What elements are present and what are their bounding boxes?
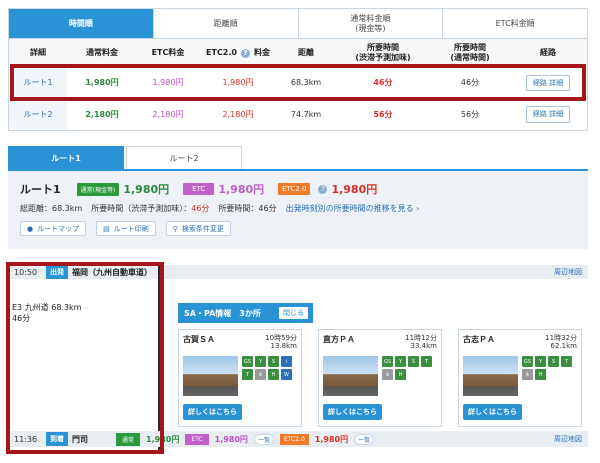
tab-sort-distance[interactable]: 距離順: [152, 9, 298, 38]
time-jam: 56分: [373, 109, 393, 119]
start-map-link[interactable]: 周辺地図: [554, 267, 582, 277]
highlight-box-row1: [10, 64, 586, 101]
sa-card: 古志ＰＡ 11時32分 62.1km GS Y S T $ H 詳しくはこちら: [458, 329, 582, 427]
change-conditions-button[interactable]: ⚲ 検索条件変更: [165, 221, 231, 236]
sa-detail-button[interactable]: 詳しくはこちら: [463, 404, 522, 420]
tab-sort-etc-fare[interactable]: ETC料金順: [442, 9, 587, 38]
gas-station-icon: GS: [382, 356, 393, 367]
sa-card: 古賀ＳＡ 10時59分 13.8km GS Y Si T $ H W 詳しくはこちら: [178, 329, 302, 427]
sort-tabs: 時間順 距離順 通常料金順 (現金等) ETC料金順: [8, 8, 588, 38]
shop-icon: S: [268, 356, 279, 367]
help-icon[interactable]: ?: [240, 48, 250, 58]
facility-icons: GS Y S T $ H: [382, 356, 440, 380]
shower-icon: H: [268, 369, 279, 380]
etc2-badge: ETC2.0: [278, 183, 311, 195]
table-row[interactable]: ルート2 2,180円 2,180円 2,180円 74.7km 56分 56分…: [9, 99, 587, 130]
fare-list-link-2[interactable]: 一覧: [354, 433, 375, 445]
end-map-link[interactable]: 周辺地図: [554, 434, 582, 444]
shop-icon: S: [408, 356, 419, 367]
fare-etc-badge: ETC: [185, 433, 209, 445]
sa-pa-header: SA・PA情報 3か所 閉じる: [178, 303, 313, 323]
header-normal-fare: 通常料金: [86, 48, 118, 58]
header-etc-fare: ETC料金: [151, 48, 185, 58]
info-icon: i: [281, 356, 292, 367]
search-icon: ⚲: [172, 224, 178, 233]
tab-sort-time[interactable]: 時間順: [9, 9, 153, 38]
facility-icons: GS Y S T $ H: [522, 356, 580, 380]
fare-etc: 1,980円: [214, 434, 248, 444]
summary-etc-fare: 1,980円: [218, 183, 265, 196]
toilet-icon: T: [242, 369, 253, 380]
time-normal: 56分: [460, 109, 480, 119]
restaurant-icon: Y: [395, 356, 406, 367]
total-distance: 総距離：68.3km: [20, 204, 83, 213]
etc2-fare: 2,180円: [222, 109, 254, 119]
shower-icon: H: [535, 369, 546, 380]
etc-badge: ETC: [183, 183, 215, 195]
sa-card: 直方ＰＡ 11時12分 33.4km GS Y S T $ H 詳しくはこちら: [318, 329, 442, 427]
gas-station-icon: GS: [522, 356, 533, 367]
tab-route-2[interactable]: ルート2: [126, 146, 242, 169]
route-map-button[interactable]: ● ルートマップ: [20, 221, 87, 236]
sa-detail-button[interactable]: 詳しくはこちら: [323, 404, 382, 420]
header-detail: 詳細: [30, 48, 46, 58]
route-detail-button[interactable]: 経路 詳細: [525, 106, 571, 123]
route-title: ルート1: [20, 183, 61, 196]
restaurant-icon: Y: [535, 356, 546, 367]
etc-fare: 2,180円: [152, 109, 184, 119]
time-trend-link[interactable]: 出発時刻別の所要時間の推移を見る ›: [286, 203, 420, 214]
atm-icon: $: [382, 369, 393, 380]
header-time-jam: 所要時間 (渋滞予測加味): [355, 43, 411, 62]
route-tabs: ルート1 ルート2: [8, 146, 588, 171]
atm-icon: $: [522, 369, 533, 380]
help-icon[interactable]: ?: [318, 184, 328, 194]
map-pin-icon: ●: [27, 224, 34, 233]
header-distance: 距離: [298, 48, 314, 58]
time-normal-info: 所要時間：46分: [218, 204, 277, 213]
shop-icon: S: [548, 356, 559, 367]
toilet-icon: T: [421, 356, 432, 367]
restaurant-icon: Y: [255, 356, 266, 367]
summary-etc2-fare: 1,980円: [331, 183, 378, 196]
route-summary: ルート1 通常(現金等) 1,980円 ETC 1,980円 ETC2.0 ? …: [8, 171, 588, 249]
sa-detail-button[interactable]: 詳しくはこちら: [183, 404, 242, 420]
normal-fare: 2,180円: [85, 109, 119, 119]
highlight-box-timeline: [6, 262, 164, 454]
route-print-button[interactable]: ▤ ルート印刷: [96, 221, 156, 236]
sa-photo: [183, 356, 238, 396]
fare-list-link[interactable]: 一覧: [253, 433, 274, 445]
normal-fare-badge: 通常(現金等): [76, 182, 120, 196]
summary-normal-fare: 1,980円: [123, 183, 170, 196]
header-route: 経路: [540, 48, 556, 58]
wifi-icon: W: [281, 369, 292, 380]
sa-pa-panel: SA・PA情報 3か所 閉じる 古賀ＳＡ 10時59分 13.8km GS Y Si T…: [178, 303, 583, 427]
distance: 74.7km: [290, 109, 322, 119]
fare-etc2: 1,980円: [314, 434, 349, 444]
tab-sort-normal-fare[interactable]: 通常料金順 (現金等): [297, 9, 443, 38]
printer-icon: ▤: [103, 224, 110, 233]
sa-photo: [323, 356, 378, 396]
sa-photo: [463, 356, 518, 396]
route-name[interactable]: ルート2: [9, 99, 67, 130]
shower-icon: H: [395, 369, 406, 380]
fare-etc2-badge: ETC2.0: [279, 433, 309, 445]
close-sa-button[interactable]: 閉じる: [279, 307, 308, 319]
time-jam-info: 所要時間（渋滞予測加味）：46分: [91, 204, 210, 213]
chevron-right-icon: ›: [413, 204, 420, 213]
toilet-icon: T: [561, 356, 572, 367]
gas-station-icon: GS: [242, 356, 253, 367]
header-etc2-fare: ETC2.0? 料金: [206, 48, 270, 58]
atm-icon: $: [255, 369, 266, 380]
header-time-normal: 所要時間 (通常時間): [450, 43, 490, 62]
facility-icons: GS Y Si T $ H W: [242, 356, 300, 380]
tab-route-1[interactable]: ルート1: [8, 146, 124, 169]
